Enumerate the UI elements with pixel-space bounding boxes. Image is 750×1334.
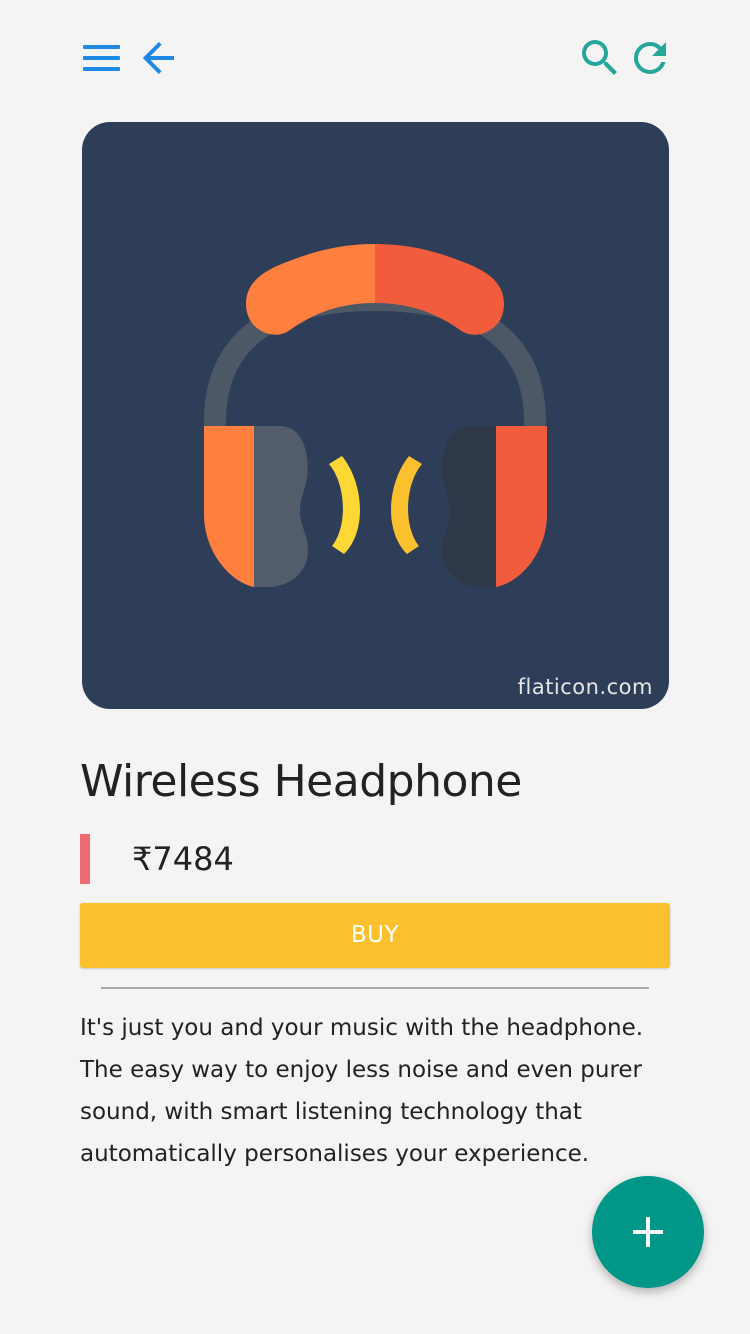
arrow-back-icon[interactable] — [134, 34, 182, 82]
buy-button[interactable]: BUY — [80, 903, 670, 968]
search-icon[interactable] — [576, 34, 624, 82]
refresh-icon[interactable] — [626, 34, 674, 82]
price-row: ₹7484 — [80, 834, 670, 884]
product-title: Wireless Headphone — [80, 756, 522, 807]
divider — [101, 987, 649, 989]
app-toolbar — [0, 0, 750, 116]
plus-icon — [633, 1217, 663, 1247]
product-image: flaticon.com — [82, 122, 669, 709]
product-price: ₹7484 — [132, 840, 234, 878]
headphones-icon — [204, 244, 547, 587]
product-description: It's just you and your music with the he… — [80, 1015, 644, 1167]
add-fab-button[interactable] — [592, 1176, 704, 1288]
price-accent-bar — [80, 834, 90, 884]
hamburger-menu-icon[interactable] — [78, 36, 124, 80]
image-watermark: flaticon.com — [517, 675, 653, 699]
